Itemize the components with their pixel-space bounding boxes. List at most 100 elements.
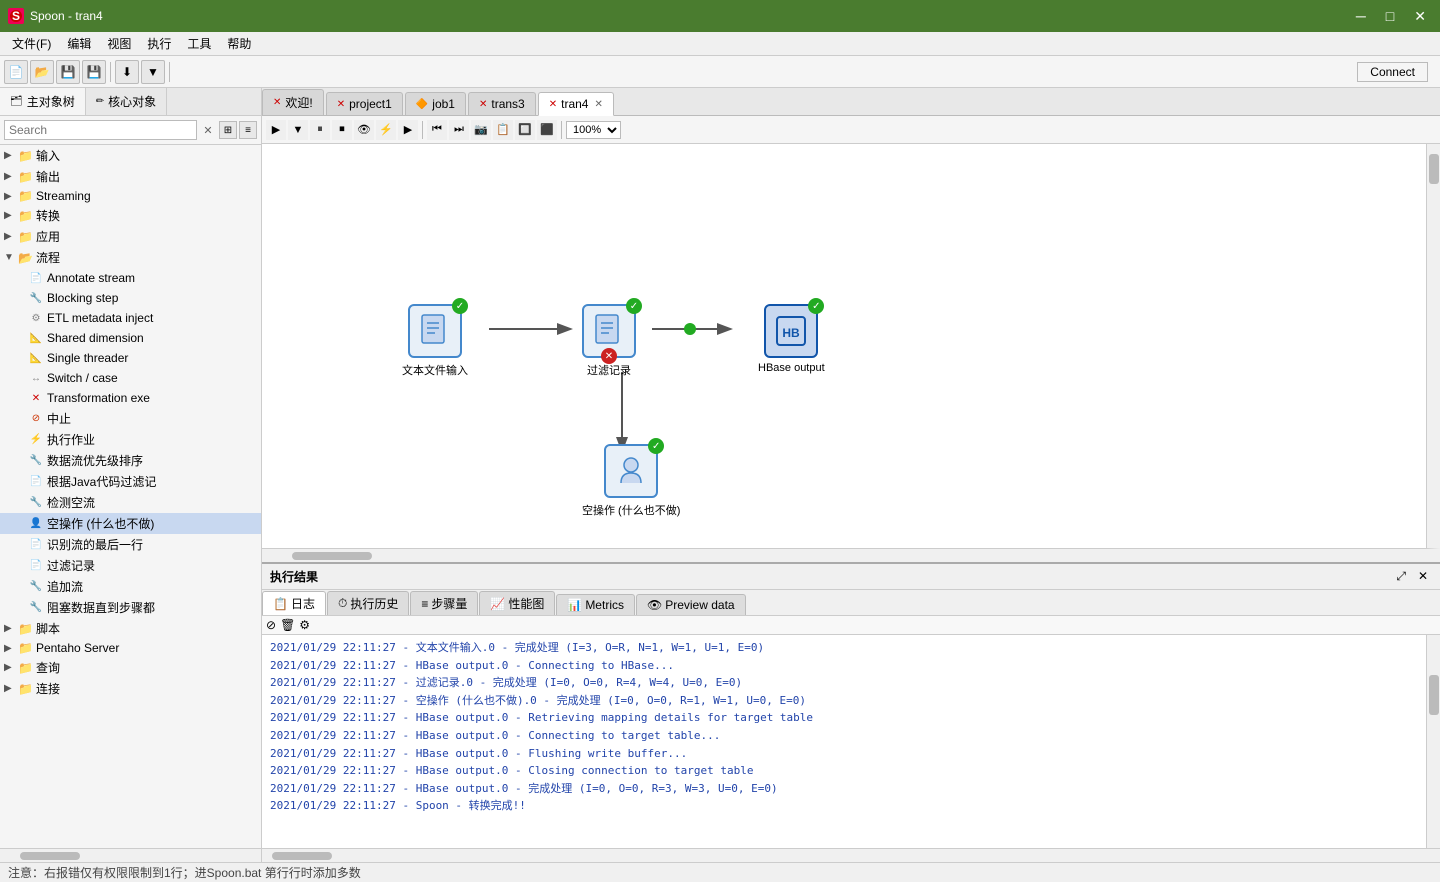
tree-item-streaming[interactable]: ▶ 📁 Streaming (0, 187, 261, 205)
screenshot-button[interactable]: 📷 (471, 120, 491, 140)
bottom-tab-metrics[interactable]: 📊 Metrics (556, 594, 635, 615)
save-button[interactable]: 💾 (56, 60, 80, 84)
tree-item-filter-rec[interactable]: 📄 过滤记录 (0, 555, 261, 576)
log-clear-button[interactable]: ⊘ (266, 618, 276, 632)
tree-item-block-until[interactable]: 🔧 阻塞数据直到步骤都 (0, 597, 261, 618)
search-input[interactable] (4, 120, 197, 140)
left-panel-hscroll[interactable] (0, 848, 261, 862)
tab-welcome-label: 欢迎! (285, 94, 312, 111)
import-dropdown[interactable]: ▼ (141, 60, 165, 84)
bottom-tab-history[interactable]: ⏱ 执行历史 (327, 591, 409, 615)
tree-item-sort-rows[interactable]: 🔧 数据流优先级排序 (0, 450, 261, 471)
menu-tools[interactable]: 工具 (179, 33, 219, 54)
tree-item-annotate[interactable]: 📄 Annotate stream (0, 268, 261, 288)
tree-item-flow[interactable]: ▼ 📂 流程 (0, 247, 261, 268)
expand-button[interactable]: ⤢ (1392, 568, 1410, 585)
tree-item-switch-case[interactable]: ↔ Switch / case (0, 368, 261, 388)
bottom-tab-perf[interactable]: 📈 性能图 (479, 591, 555, 615)
tab-core-objects[interactable]: ✏ 核心对象 (86, 88, 167, 115)
tab-project1[interactable]: ✕ project1 (326, 92, 403, 115)
new-file-button[interactable]: 📄 (4, 60, 28, 84)
preview-button[interactable]: 👁 (354, 120, 374, 140)
tab-job1[interactable]: 🔶 job1 (405, 92, 466, 115)
canvas-hscroll-thumb[interactable] (292, 552, 372, 560)
tree-item-app[interactable]: ▶ 📁 应用 (0, 226, 261, 247)
tree-item-identify-last[interactable]: 📄 识别流的最后一行 (0, 534, 261, 555)
settings-button[interactable]: ⬛ (537, 120, 557, 140)
layout-button[interactable]: 🔲 (515, 120, 535, 140)
exec-job-icon: ⚡ (28, 432, 44, 448)
canvas-hscroll[interactable] (262, 548, 1440, 562)
log-delete-button[interactable]: 🗑 (280, 618, 295, 632)
run-dropdown-button[interactable]: ▼ (288, 120, 308, 140)
pause-button[interactable]: ⏸ (310, 120, 330, 140)
tab-tran4-close[interactable]: ✕ (594, 99, 602, 110)
search-list-button[interactable]: ≡ (239, 121, 257, 139)
log-hscroll-thumb[interactable] (272, 852, 332, 860)
tree-item-query[interactable]: ▶ 📁 查询 (0, 657, 261, 678)
next-step-button[interactable]: ⏭ (449, 120, 469, 140)
import-button[interactable]: ⬇ (115, 60, 139, 84)
tree-item-etl[interactable]: ⚙ ETL metadata inject (0, 308, 261, 328)
folder-icon-streaming: 📁 (18, 189, 33, 203)
close-bottom-button[interactable]: ✕ (1414, 568, 1432, 585)
maximize-button[interactable]: □ (1380, 6, 1400, 27)
menu-edit[interactable]: 编辑 (59, 33, 99, 54)
menu-file[interactable]: 文件(F) (4, 33, 59, 54)
bottom-tab-steps[interactable]: ≡ 步骤量 (410, 591, 478, 615)
search-layout-button[interactable]: ⊞ (219, 121, 237, 139)
tree-item-connect[interactable]: ▶ 📁 连接 (0, 678, 261, 699)
replay-button[interactable]: ▶ (398, 120, 418, 140)
debug-button[interactable]: ⚡ (376, 120, 396, 140)
left-hscroll-thumb[interactable] (20, 852, 80, 860)
tree-item-input[interactable]: ▶ 📁 输入 (0, 145, 261, 166)
zoom-select[interactable]: 50% 75% 100% 125% 150% 200% (566, 121, 621, 139)
stop-button[interactable]: ⏹ (332, 120, 352, 140)
tree-item-null-op[interactable]: 👤 空操作 (什么也不做) (0, 513, 261, 534)
canvas-area[interactable]: ✓ 文本文件输入 ✓ (262, 144, 1426, 548)
tree-item-script[interactable]: ▶ 📁 脚本 (0, 618, 261, 639)
annotate-icon: 📄 (28, 270, 44, 286)
node-hbase-output[interactable]: HB ✓ HBase output (758, 304, 825, 374)
tree-item-filter-java[interactable]: 📄 根据Java代码过滤记 (0, 471, 261, 492)
tree-item-transform[interactable]: ▶ 📁 转换 (0, 205, 261, 226)
node-null-op[interactable]: ✓ 空操作 (什么也不做) (582, 444, 680, 518)
save-as-button[interactable]: 💾 (82, 60, 106, 84)
bottom-tab-log[interactable]: 📋 日志 (262, 591, 326, 615)
tab-trans3[interactable]: ✕ trans3 (468, 92, 536, 115)
prev-step-button[interactable]: ⏮ (427, 120, 447, 140)
tab-main-objects[interactable]: 🗂 主对象树 (0, 88, 86, 115)
bottom-tab-preview[interactable]: 👁 Preview data (636, 594, 746, 615)
run-button[interactable]: ▶ (266, 120, 286, 140)
node-filter-record[interactable]: ✓ ✕ 过滤记录 (582, 304, 636, 378)
minimize-button[interactable]: ─ (1350, 6, 1372, 27)
log-settings-button[interactable]: ⚙ (299, 618, 310, 632)
log-vscroll-thumb[interactable] (1429, 675, 1439, 715)
open-button[interactable]: 📂 (30, 60, 54, 84)
menu-help[interactable]: 帮助 (219, 33, 259, 54)
log-hscroll[interactable] (262, 848, 1440, 862)
node-text-input[interactable]: ✓ 文本文件输入 (402, 304, 468, 378)
tab-welcome[interactable]: ✕ 欢迎! (262, 89, 324, 115)
copy-button[interactable]: 📋 (493, 120, 513, 140)
tab-tran4[interactable]: ✕ tran4 ✕ (538, 92, 614, 116)
connect-button[interactable]: Connect (1357, 62, 1428, 82)
tree-item-stop[interactable]: ⊘ 中止 (0, 408, 261, 429)
canvas-vscroll-thumb[interactable] (1429, 154, 1439, 184)
tree-item-append-stream[interactable]: 🔧 追加流 (0, 576, 261, 597)
tree-item-blocking[interactable]: 🔧 Blocking step (0, 288, 261, 308)
tree-item-output[interactable]: ▶ 📁 输出 (0, 166, 261, 187)
toolbar-separator-1 (110, 62, 111, 82)
tree-item-trans-exe[interactable]: ✕ Transformation exe (0, 388, 261, 408)
tree-item-shared-dim[interactable]: 📐 Shared dimension (0, 328, 261, 348)
tree-item-detect-stream[interactable]: 🔧 检测空流 (0, 492, 261, 513)
close-button[interactable]: ✕ (1408, 6, 1432, 27)
canvas-right-scroll[interactable] (1426, 144, 1440, 548)
search-clear-button[interactable]: ✕ (199, 121, 217, 139)
menu-run[interactable]: 执行 (139, 33, 179, 54)
log-vscroll[interactable] (1426, 635, 1440, 848)
menu-view[interactable]: 视图 (99, 33, 139, 54)
tree-item-single-thread[interactable]: 📐 Single threader (0, 348, 261, 368)
tree-item-pentaho[interactable]: ▶ 📁 Pentaho Server (0, 639, 261, 657)
tree-item-exec-job[interactable]: ⚡ 执行作业 (0, 429, 261, 450)
